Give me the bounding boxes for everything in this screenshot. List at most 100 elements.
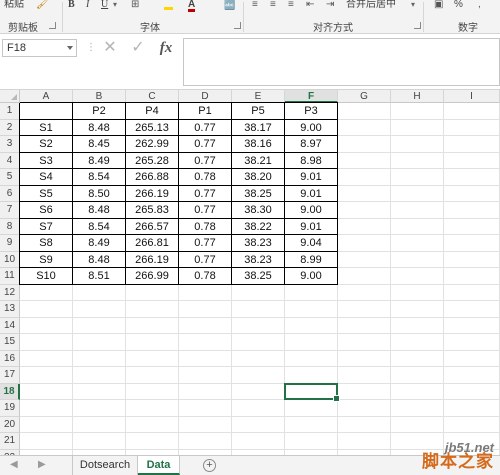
cell-i4[interactable] xyxy=(444,152,500,169)
table-cell[interactable]: 38.23 xyxy=(232,235,285,252)
table-cell[interactable]: 38.20 xyxy=(232,169,285,186)
table-cell[interactable]: 38.23 xyxy=(232,251,285,268)
table-cell[interactable]: 8.54 xyxy=(73,169,126,186)
table-cell[interactable]: 8.48 xyxy=(73,251,126,268)
cell-b18[interactable] xyxy=(73,383,126,400)
cell-d20[interactable] xyxy=(179,416,232,433)
chevron-down-icon[interactable] xyxy=(67,46,73,50)
table-header-cell[interactable]: P3 xyxy=(285,103,338,120)
cell-h17[interactable] xyxy=(391,367,444,384)
cell-i20[interactable] xyxy=(444,416,500,433)
cell-g1[interactable] xyxy=(338,103,391,120)
chevron-down-icon[interactable]: ▾ xyxy=(411,0,415,12)
cell-f16[interactable] xyxy=(285,350,338,367)
table-cell[interactable]: 9.01 xyxy=(285,218,338,235)
cell-a14[interactable] xyxy=(20,317,73,334)
cell-g18[interactable] xyxy=(338,383,391,400)
table-cell[interactable]: 0.77 xyxy=(179,152,232,169)
font-color-button[interactable]: A xyxy=(188,0,196,12)
table-cell[interactable]: 8.48 xyxy=(73,202,126,219)
cell-c17[interactable] xyxy=(126,367,179,384)
comma-style-icon[interactable]: , xyxy=(478,0,481,12)
cell-h11[interactable] xyxy=(391,268,444,285)
cell-g11[interactable] xyxy=(338,268,391,285)
row-header-2[interactable]: 2 xyxy=(0,119,20,136)
table-cell[interactable]: 8.98 xyxy=(285,152,338,169)
next-sheet-icon[interactable]: ▶ xyxy=(38,459,46,470)
cell-f19[interactable] xyxy=(285,400,338,417)
cell-a21[interactable] xyxy=(20,433,73,450)
row-header-16[interactable]: 16 xyxy=(0,350,20,367)
table-cell[interactable]: 266.99 xyxy=(126,268,179,285)
table-header-cell[interactable]: P5 xyxy=(232,103,285,120)
cell-g3[interactable] xyxy=(338,136,391,153)
cell-h10[interactable] xyxy=(391,251,444,268)
cell-b15[interactable] xyxy=(73,334,126,351)
table-cell[interactable]: 9.00 xyxy=(285,268,338,285)
cell-b21[interactable] xyxy=(73,433,126,450)
cell-d18[interactable] xyxy=(179,383,232,400)
row-header-17[interactable]: 17 xyxy=(0,367,20,384)
row-header-6[interactable]: 6 xyxy=(0,185,20,202)
table-cell[interactable]: 0.77 xyxy=(179,251,232,268)
cell-g17[interactable] xyxy=(338,367,391,384)
border-icon[interactable]: ⊞ xyxy=(131,0,139,12)
cell-g8[interactable] xyxy=(338,218,391,235)
table-cell[interactable]: 0.78 xyxy=(179,218,232,235)
cell-i16[interactable] xyxy=(444,350,500,367)
table-cell[interactable]: 8.49 xyxy=(73,235,126,252)
table-cell[interactable]: S2 xyxy=(20,136,73,153)
cell-h7[interactable] xyxy=(391,202,444,219)
cell-d21[interactable] xyxy=(179,433,232,450)
sheet-tab-data[interactable]: Data xyxy=(138,456,180,475)
cell-b17[interactable] xyxy=(73,367,126,384)
align-left-icon[interactable]: ≡ xyxy=(252,0,258,12)
column-header-g[interactable]: G xyxy=(338,90,391,103)
cell-d19[interactable] xyxy=(179,400,232,417)
table-cell[interactable]: 8.48 xyxy=(73,119,126,136)
row-header-20[interactable]: 20 xyxy=(0,416,20,433)
paste-button[interactable]: 粘贴 xyxy=(4,0,24,12)
fill-color-button[interactable] xyxy=(164,0,173,12)
row-header-10[interactable]: 10 xyxy=(0,251,20,268)
table-cell[interactable]: 9.04 xyxy=(285,235,338,252)
cell-c14[interactable] xyxy=(126,317,179,334)
cell-g19[interactable] xyxy=(338,400,391,417)
table-cell[interactable]: S5 xyxy=(20,185,73,202)
dialog-launcher-icon[interactable] xyxy=(49,22,56,29)
table-cell[interactable]: 266.81 xyxy=(126,235,179,252)
table-cell[interactable]: 38.22 xyxy=(232,218,285,235)
table-cell[interactable]: 0.77 xyxy=(179,185,232,202)
table-cell[interactable]: 38.25 xyxy=(232,268,285,285)
cell-g14[interactable] xyxy=(338,317,391,334)
cell-h1[interactable] xyxy=(391,103,444,120)
row-header-5[interactable]: 5 xyxy=(0,169,20,186)
table-cell[interactable]: 38.16 xyxy=(232,136,285,153)
indent-icon[interactable]: ⇤ xyxy=(306,0,314,12)
table-cell[interactable]: S7 xyxy=(20,218,73,235)
cell-i19[interactable] xyxy=(444,400,500,417)
table-cell[interactable]: 38.25 xyxy=(232,185,285,202)
cell-e15[interactable] xyxy=(232,334,285,351)
table-cell[interactable]: 0.77 xyxy=(179,119,232,136)
cell-h15[interactable] xyxy=(391,334,444,351)
cell-a16[interactable] xyxy=(20,350,73,367)
cell-e16[interactable] xyxy=(232,350,285,367)
outdent-icon[interactable]: ⇥ xyxy=(326,0,334,12)
cell-c21[interactable] xyxy=(126,433,179,450)
cell-i18[interactable] xyxy=(444,383,500,400)
table-cell[interactable]: 0.78 xyxy=(179,268,232,285)
cell-c16[interactable] xyxy=(126,350,179,367)
cell-i11[interactable] xyxy=(444,268,500,285)
cell-b14[interactable] xyxy=(73,317,126,334)
row-header-18[interactable]: 18 xyxy=(0,383,20,400)
cell-e19[interactable] xyxy=(232,400,285,417)
cell-e21[interactable] xyxy=(232,433,285,450)
cell-h8[interactable] xyxy=(391,218,444,235)
cell-h13[interactable] xyxy=(391,301,444,318)
row-header-19[interactable]: 19 xyxy=(0,400,20,417)
cell-f15[interactable] xyxy=(285,334,338,351)
row-header-13[interactable]: 13 xyxy=(0,301,20,318)
row-header-3[interactable]: 3 xyxy=(0,136,20,153)
cell-d12[interactable] xyxy=(179,284,232,301)
